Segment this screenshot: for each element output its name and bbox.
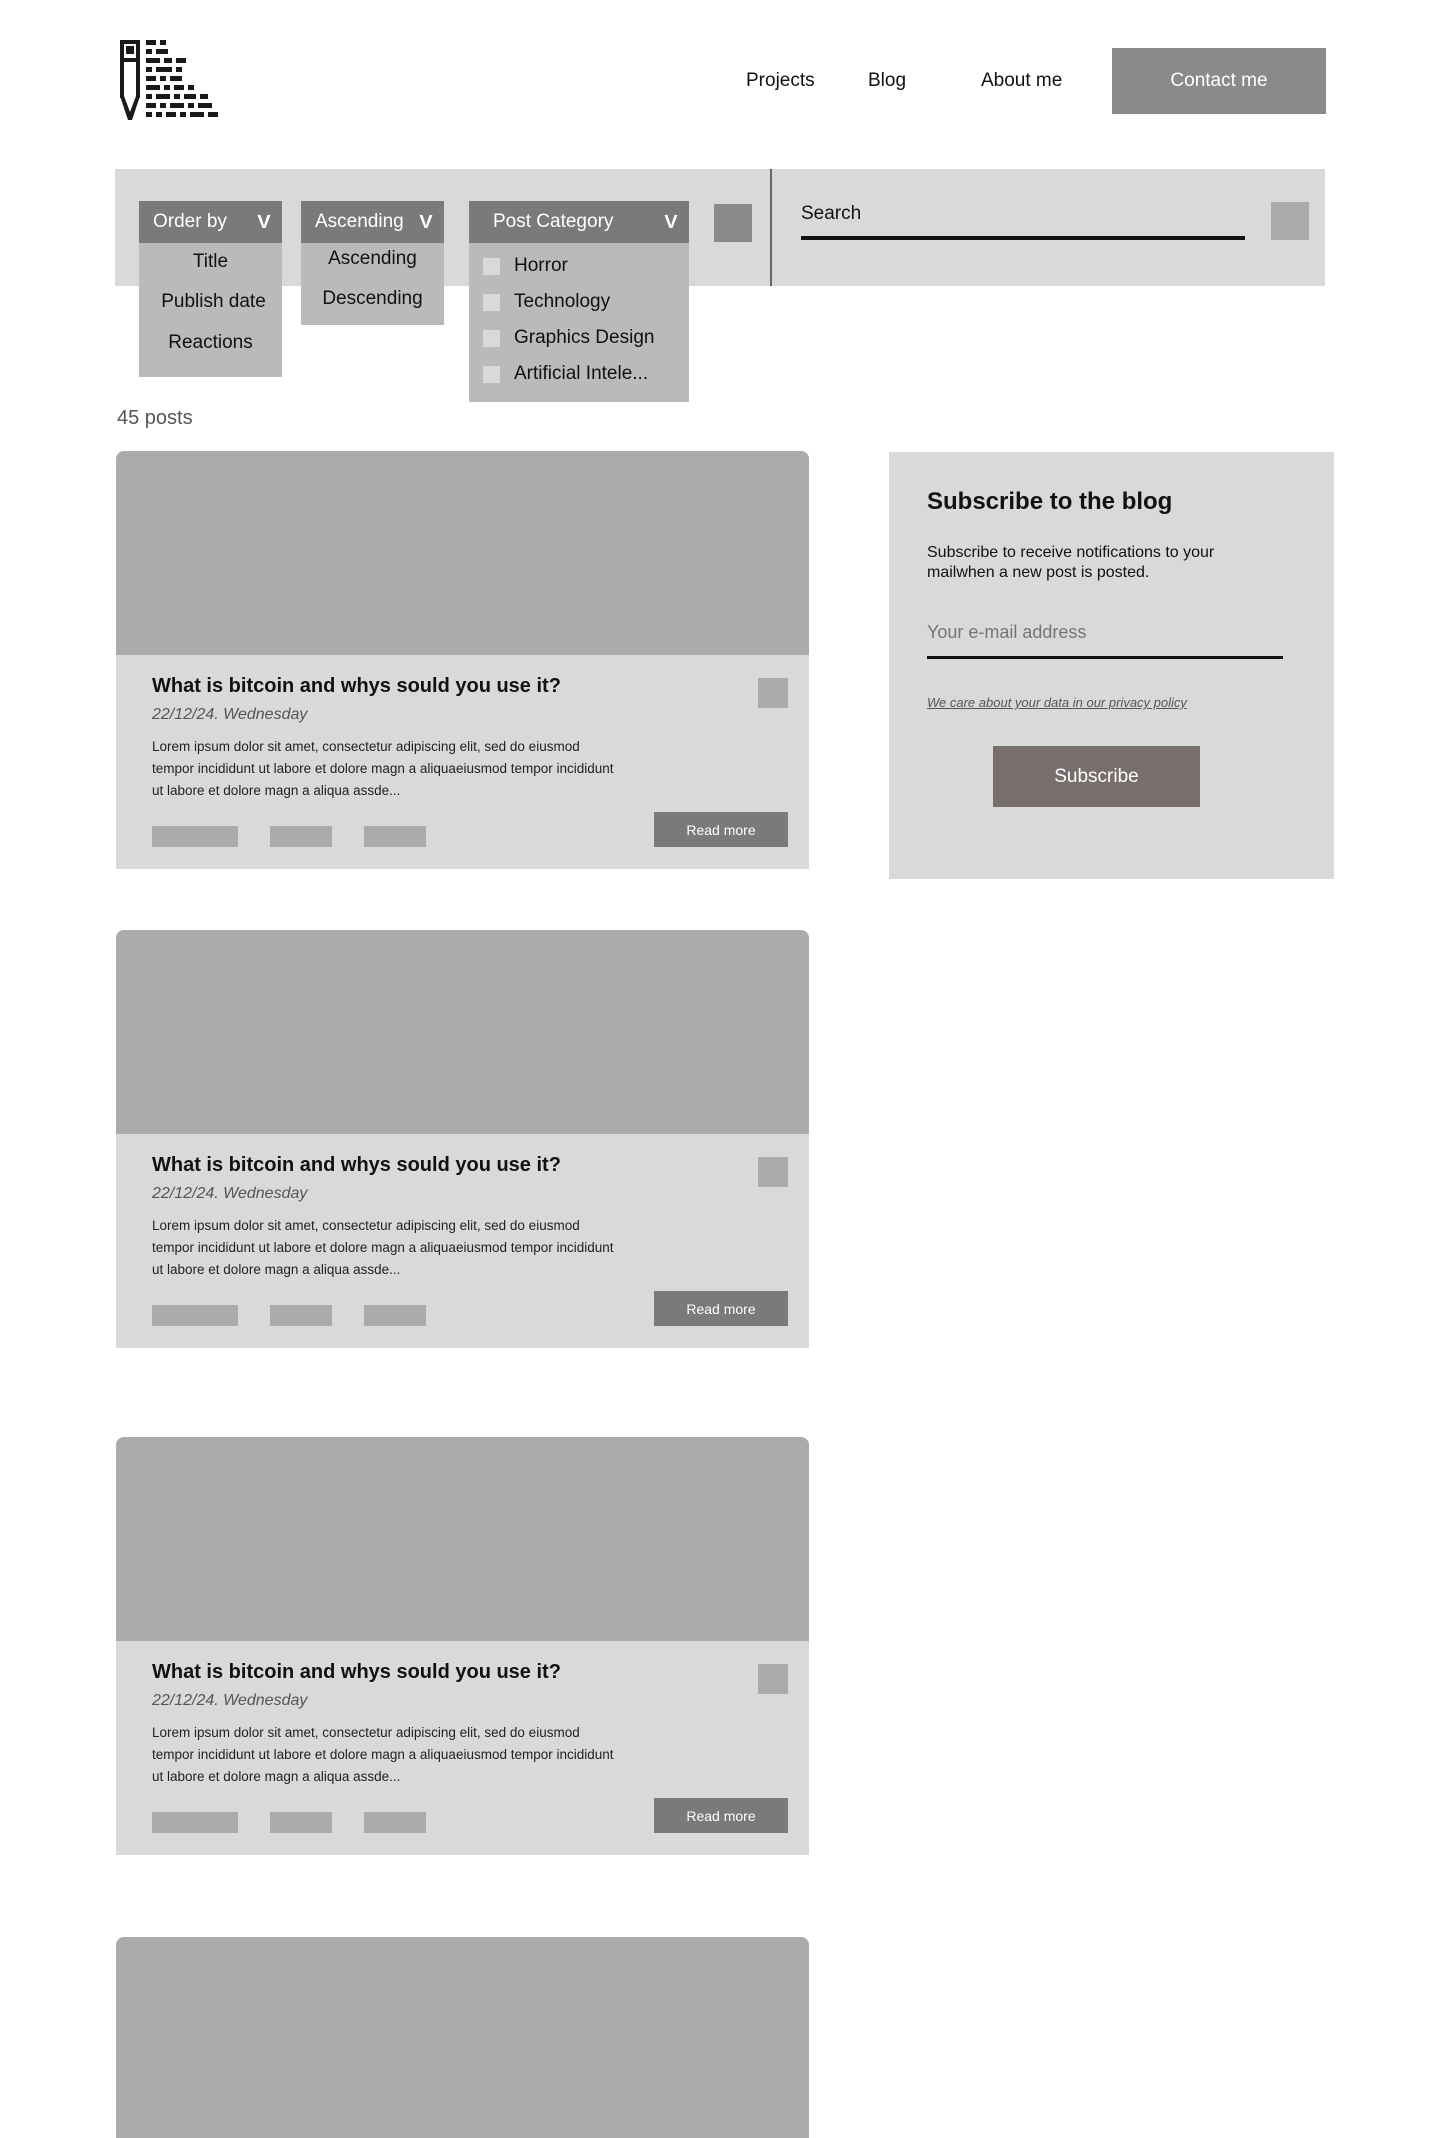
post-count: 45 posts bbox=[117, 407, 193, 429]
checkbox[interactable] bbox=[483, 329, 500, 347]
post-image-placeholder bbox=[116, 1437, 809, 1641]
order-by-dropdown: Order by V Title Publish date Reactions bbox=[139, 201, 282, 377]
nav-blog[interactable]: Blog bbox=[868, 70, 906, 92]
post-date: 22/12/24. Wednesday bbox=[152, 706, 308, 723]
post-tag[interactable] bbox=[270, 1812, 332, 1833]
checkbox[interactable] bbox=[483, 257, 500, 275]
checkbox[interactable] bbox=[483, 293, 500, 311]
post-tag[interactable] bbox=[152, 1812, 238, 1833]
category-dropdown: Post Category V Horror Technology Graphi… bbox=[469, 201, 689, 402]
sort-direction-label: Ascending bbox=[315, 211, 404, 232]
subscribe-panel: Subscribe to the blog Subscribe to recei… bbox=[889, 452, 1334, 879]
category-option-artificial-intelligence[interactable]: Artificial Intele... bbox=[469, 356, 689, 392]
read-more-button[interactable]: Read more bbox=[654, 1798, 788, 1833]
bookmark-icon[interactable] bbox=[758, 1157, 788, 1187]
sort-direction-menu: Ascending Descending bbox=[301, 243, 444, 325]
post-tag[interactable] bbox=[364, 826, 426, 847]
category-option-technology[interactable]: Technology bbox=[469, 284, 689, 320]
post-tag[interactable] bbox=[270, 826, 332, 847]
post-tag[interactable] bbox=[270, 1305, 332, 1326]
post-card: What is bitcoin and whys sould you use i… bbox=[116, 451, 809, 869]
post-title[interactable]: What is bitcoin and whys sould you use i… bbox=[152, 1661, 561, 1684]
post-card: What is bitcoin and whys sould you use i… bbox=[116, 930, 809, 1348]
post-image-placeholder bbox=[116, 1937, 809, 2138]
category-option-label: Graphics Design bbox=[514, 327, 655, 348]
category-option-label: Horror bbox=[514, 255, 568, 276]
email-underline bbox=[927, 656, 1283, 659]
search-input[interactable]: Search bbox=[801, 203, 861, 225]
search-button[interactable] bbox=[1271, 202, 1309, 240]
sort-option-ascending[interactable]: Ascending bbox=[301, 248, 444, 288]
category-option-graphics-design[interactable]: Graphics Design bbox=[469, 320, 689, 356]
bookmark-icon[interactable] bbox=[758, 1664, 788, 1694]
category-option-label: Technology bbox=[514, 291, 611, 312]
post-tag[interactable] bbox=[152, 826, 238, 847]
post-excerpt: Lorem ipsum dolor sit amet, consectetur … bbox=[152, 1218, 614, 1277]
post-tag[interactable] bbox=[152, 1305, 238, 1326]
bookmark-icon[interactable] bbox=[758, 678, 788, 708]
order-by-toggle[interactable]: Order by V bbox=[139, 201, 282, 243]
apply-filters-button[interactable] bbox=[714, 204, 752, 242]
nav-about-me[interactable]: About me bbox=[981, 70, 1062, 92]
chevron-down-icon: V bbox=[419, 211, 433, 232]
post-date: 22/12/24. Wednesday bbox=[152, 1692, 308, 1709]
order-by-option-reactions[interactable]: Reactions bbox=[139, 332, 282, 372]
post-date: 22/12/24. Wednesday bbox=[152, 1185, 308, 1202]
post-image-placeholder bbox=[116, 930, 809, 1134]
search-underline bbox=[801, 236, 1245, 240]
category-option-label: Artificial Intele... bbox=[514, 363, 649, 384]
chevron-down-icon: V bbox=[257, 211, 271, 232]
read-more-button[interactable]: Read more bbox=[654, 1291, 788, 1326]
order-by-menu: Title Publish date Reactions bbox=[139, 243, 282, 377]
post-tag[interactable] bbox=[364, 1812, 426, 1833]
category-toggle[interactable]: Post Category V bbox=[469, 201, 689, 243]
post-excerpt: Lorem ipsum dolor sit amet, consectetur … bbox=[152, 739, 614, 798]
subscribe-button[interactable]: Subscribe bbox=[993, 746, 1200, 807]
site-logo[interactable] bbox=[120, 40, 236, 122]
subscribe-title: Subscribe to the blog bbox=[927, 488, 1173, 515]
sort-direction-toggle[interactable]: Ascending V bbox=[301, 201, 444, 243]
sort-option-descending[interactable]: Descending bbox=[301, 288, 444, 328]
post-image-placeholder bbox=[116, 451, 809, 655]
contact-button[interactable]: Contact me bbox=[1112, 48, 1326, 114]
checkbox[interactable] bbox=[483, 365, 500, 383]
post-title[interactable]: What is bitcoin and whys sould you use i… bbox=[152, 1154, 561, 1177]
order-by-option-publish-date[interactable]: Publish date bbox=[139, 291, 282, 332]
order-by-option-title[interactable]: Title bbox=[139, 251, 282, 291]
category-menu: Horror Technology Graphics Design Artifi… bbox=[469, 243, 689, 402]
privacy-policy-link[interactable]: We care about your data in our privacy p… bbox=[927, 695, 1187, 710]
category-option-horror[interactable]: Horror bbox=[469, 248, 689, 284]
read-more-button[interactable]: Read more bbox=[654, 812, 788, 847]
email-field[interactable] bbox=[927, 622, 1282, 643]
post-tag[interactable] bbox=[364, 1305, 426, 1326]
nav-projects[interactable]: Projects bbox=[746, 70, 815, 92]
chevron-down-icon: V bbox=[664, 211, 678, 232]
subscribe-description: Subscribe to receive notifications to yo… bbox=[927, 544, 1215, 581]
category-label: Post Category bbox=[493, 211, 614, 232]
post-excerpt: Lorem ipsum dolor sit amet, consectetur … bbox=[152, 1725, 614, 1784]
filter-divider bbox=[770, 169, 772, 286]
post-title[interactable]: What is bitcoin and whys sould you use i… bbox=[152, 675, 561, 698]
order-by-label: Order by bbox=[153, 211, 227, 232]
sort-direction-dropdown: Ascending V Ascending Descending bbox=[301, 201, 444, 325]
post-card: What is bitcoin and whys sould you use i… bbox=[116, 1437, 809, 1855]
post-card bbox=[116, 1937, 809, 2138]
